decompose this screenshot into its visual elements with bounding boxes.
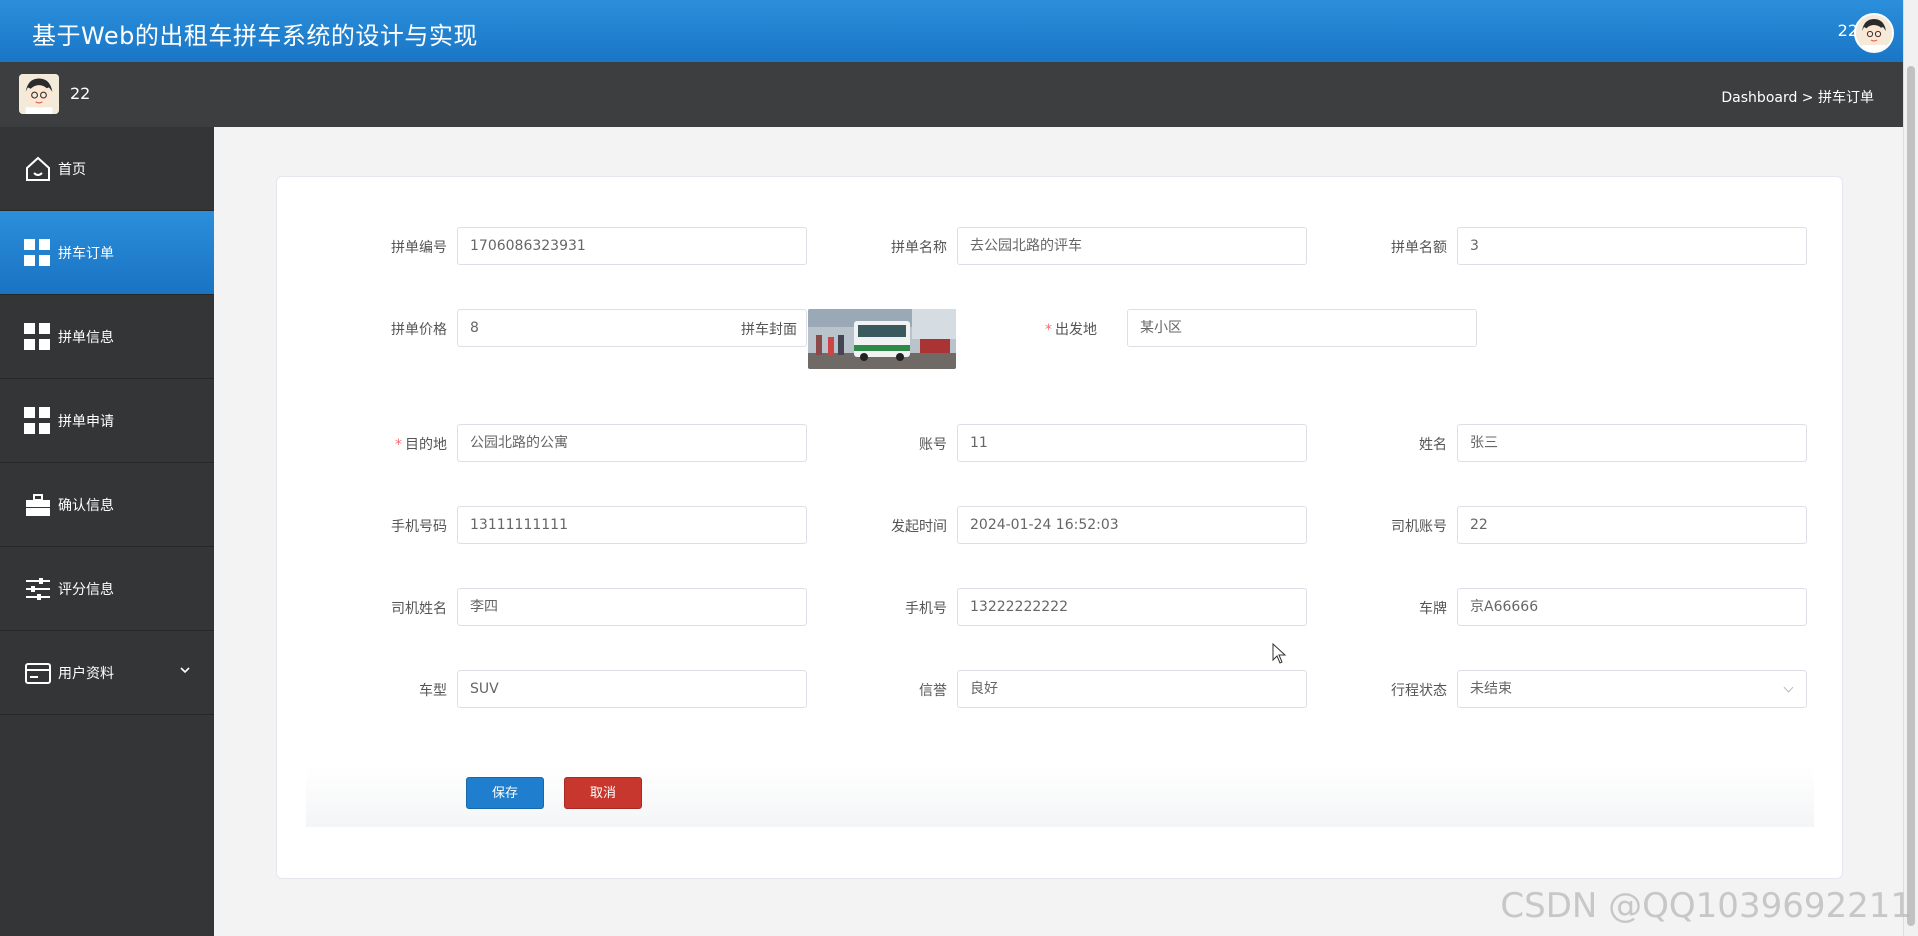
home-icon [26,156,50,181]
sidebar-item-label: 拼车订单 [58,246,114,262]
order-no-label: 拼单编号 [391,240,447,256]
credit-label: 信誉 [919,683,947,699]
top-header: 基于Web的出租车拼车系统的设计与实现 22 [0,0,1904,62]
order-form-panel: 拼单编号 1706086323931 拼单名称 去公园北路的评车 拼单名额 3 … [276,176,1843,879]
phone-input[interactable]: 13111111111 [457,506,807,544]
origin-input[interactable]: 某小区 [1127,309,1477,347]
sidebar-item-home[interactable]: 首页 [0,127,214,211]
sidebar: 首页 拼车订单 拼单信息 拼单申请 确认信息 评分信息 用户资料 [0,127,214,936]
phone-label: 手机号码 [391,519,447,535]
sidebar-item-rating-info[interactable]: 评分信息 [0,547,214,631]
name-label: 姓名 [1419,437,1447,453]
sub-header: 22 Dashboard > 拼车订单 [0,62,1904,127]
cover-image[interactable] [808,309,956,369]
breadcrumb[interactable]: Dashboard > 拼车订单 [1721,87,1874,107]
driver-name-input[interactable]: 李四 [457,588,807,626]
name-input[interactable]: 张三 [1457,424,1807,462]
trip-status-select[interactable]: 未结束 [1457,670,1807,708]
price-label: 拼单价格 [391,322,447,338]
destination-label-text: 目的地 [405,437,447,453]
start-time-label: 发起时间 [891,519,947,535]
account-input[interactable]: 11 [957,424,1307,462]
scrollbar-thumb[interactable] [1907,66,1915,926]
account-label: 账号 [919,437,947,453]
driver-name-label: 司机姓名 [391,601,447,617]
avatar-icon [19,74,59,114]
driver-account-label: 司机账号 [1391,519,1447,535]
briefcase-icon [26,494,50,516]
order-no-input[interactable]: 1706086323931 [457,227,807,265]
destination-input[interactable]: 公园北路的公寓 [457,424,807,462]
save-button[interactable]: 保存 [466,777,544,809]
order-name-input[interactable]: 去公园北路的评车 [957,227,1307,265]
required-mark: * [1045,322,1052,338]
sidebar-item-order-apply[interactable]: 拼单申请 [0,379,214,463]
header-avatar[interactable] [1854,13,1894,53]
avatar-icon [1856,15,1892,51]
sidebar-item-label: 确认信息 [58,498,114,514]
origin-label: * 出发地 [977,319,1097,339]
mouse-cursor-icon [1272,643,1287,664]
sliders-icon [26,578,50,600]
bus-photo-icon [808,309,956,369]
sidebar-item-label: 用户资料 [58,666,114,682]
grid-icon [24,239,52,267]
app-title: 基于Web的出租车拼车系统的设计与实现 [32,22,478,50]
form-actions: 保存 取消 [306,767,1814,827]
cancel-button[interactable]: 取消 [564,777,642,809]
grid-icon [24,407,52,435]
card-icon [25,663,51,684]
page-scrollbar[interactable] [1903,0,1918,936]
sidebar-item-label: 拼单信息 [58,330,114,346]
driver-phone-input[interactable]: 13222222222 [957,588,1307,626]
credit-input[interactable]: 良好 [957,670,1307,708]
start-time-input[interactable]: 2024-01-24 16:52:03 [957,506,1307,544]
chevron-down-icon [180,667,190,674]
quota-input[interactable]: 3 [1457,227,1807,265]
trip-status-label: 行程状态 [1391,683,1447,699]
sidebar-item-user-profile[interactable]: 用户资料 [0,631,214,715]
origin-label-text: 出发地 [1055,322,1097,338]
driver-account-input[interactable]: 22 [1457,506,1807,544]
cover-label: 拼车封面 [741,322,797,338]
sidebar-item-label: 拼单申请 [58,414,114,430]
watermark: CSDN @QQ1039692211 [1500,886,1912,926]
order-name-label: 拼单名称 [891,240,947,256]
sidebar-item-carpool-orders[interactable]: 拼车订单 [0,211,214,295]
sidebar-user-avatar[interactable] [19,74,59,114]
sidebar-item-label: 评分信息 [58,582,114,598]
plate-input[interactable]: 京A66666 [1457,588,1807,626]
car-type-input[interactable]: SUV [457,670,807,708]
destination-label: * 目的地 [327,434,447,454]
sidebar-item-label: 首页 [58,162,86,178]
required-mark: * [395,437,402,453]
quota-label: 拼单名额 [1391,240,1447,256]
sidebar-item-confirm-info[interactable]: 确认信息 [0,463,214,547]
car-type-label: 车型 [419,683,447,699]
driver-phone-label: 手机号 [905,601,947,617]
plate-label: 车牌 [1419,601,1447,617]
sidebar-item-order-info[interactable]: 拼单信息 [0,295,214,379]
grid-icon [24,323,52,351]
sidebar-username: 22 [70,84,91,103]
